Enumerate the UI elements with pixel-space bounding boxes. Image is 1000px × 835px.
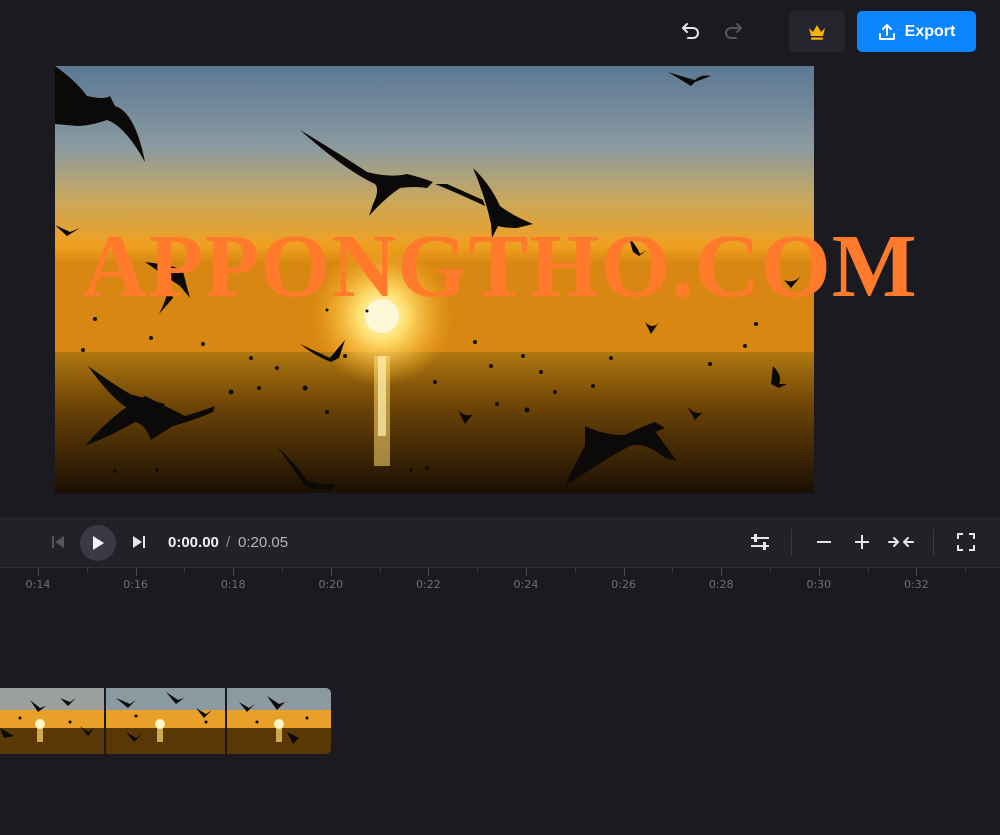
ruler-time-label: 0:16 bbox=[123, 578, 148, 591]
clip-thumbnail bbox=[105, 688, 228, 754]
divider bbox=[933, 529, 934, 555]
time-separator: / bbox=[226, 534, 231, 551]
timeline-ruler[interactable]: 0:14 0:16 0:18 0:20 0:22 0:24 0:26 0:28 0:30 0:32 bbox=[0, 568, 1000, 608]
fullscreen-icon bbox=[957, 533, 975, 551]
ruler-time-label: 0:22 bbox=[416, 578, 441, 591]
ruler-major-tick bbox=[330, 568, 332, 576]
export-label: Export bbox=[904, 22, 956, 40]
ruler-minor-tick bbox=[672, 568, 674, 572]
ruler-minor-tick bbox=[379, 568, 381, 572]
skip-back-icon bbox=[52, 536, 64, 548]
plus-icon bbox=[855, 535, 869, 549]
clip-thumbnail bbox=[227, 688, 331, 754]
ruler-time-label: 0:32 bbox=[904, 578, 929, 591]
ruler-minor-tick bbox=[282, 568, 283, 572]
redo-button[interactable] bbox=[720, 18, 746, 44]
ruler-major-tick bbox=[916, 568, 918, 576]
upload-icon bbox=[878, 23, 895, 40]
video-preview[interactable] bbox=[55, 66, 814, 493]
ruler-time-label: 0:26 bbox=[611, 578, 636, 591]
fit-timeline-button[interactable] bbox=[887, 530, 915, 554]
ruler-major-tick bbox=[721, 568, 723, 576]
ruler-major-tick bbox=[233, 568, 235, 576]
ruler-time-label: 0:30 bbox=[806, 578, 832, 591]
ruler-minor-tick bbox=[965, 568, 967, 572]
minus-icon bbox=[817, 541, 831, 543]
ruler-minor-tick bbox=[184, 568, 186, 572]
ruler-minor-tick bbox=[86, 568, 88, 572]
ruler-time-label: 0:28 bbox=[708, 578, 734, 591]
ruler-major-tick bbox=[135, 568, 137, 576]
sliders-icon bbox=[751, 534, 769, 550]
premium-button[interactable] bbox=[789, 11, 845, 52]
ruler-major-tick bbox=[38, 568, 39, 576]
ruler-minor-tick bbox=[770, 568, 771, 572]
skip-forward-button[interactable] bbox=[129, 532, 149, 552]
clip-thumbnail bbox=[0, 688, 106, 754]
export-button[interactable]: Export bbox=[857, 11, 976, 52]
redo-icon bbox=[725, 23, 742, 39]
play-button[interactable] bbox=[80, 525, 116, 561]
current-time: 0:00.00 bbox=[168, 534, 219, 551]
play-icon bbox=[93, 536, 104, 550]
ruler-minor-tick bbox=[867, 568, 869, 572]
ruler-major-tick bbox=[818, 568, 820, 576]
zoom-out-button[interactable] bbox=[812, 530, 836, 554]
ruler-time-label: 0:24 bbox=[513, 578, 539, 591]
ruler-time-label: 0:18 bbox=[220, 578, 246, 591]
ruler-time-label: 0:14 bbox=[25, 578, 51, 591]
ruler-major-tick bbox=[428, 568, 430, 576]
total-duration: 0:20.05 bbox=[238, 534, 289, 551]
ruler-major-tick bbox=[526, 568, 527, 576]
adjust-button[interactable] bbox=[748, 530, 772, 554]
skip-forward-icon bbox=[133, 536, 145, 548]
video-clip[interactable] bbox=[0, 688, 331, 754]
zoom-in-button[interactable] bbox=[850, 530, 874, 554]
crown-icon bbox=[809, 24, 825, 40]
divider bbox=[791, 529, 792, 555]
top-toolbar: Export bbox=[0, 0, 1000, 62]
sunset-seagulls-frame bbox=[55, 66, 814, 493]
undo-icon bbox=[682, 23, 699, 39]
player-controls: 0:00.00 / 0:20.05 bbox=[0, 517, 1000, 568]
ruler-minor-tick bbox=[574, 568, 576, 572]
fit-arrows-icon bbox=[888, 537, 914, 547]
ruler-minor-tick bbox=[477, 568, 479, 572]
fullscreen-button[interactable] bbox=[954, 530, 978, 554]
ruler-major-tick bbox=[623, 568, 625, 576]
skip-back-button[interactable] bbox=[48, 532, 68, 552]
ruler-time-label: 0:20 bbox=[318, 578, 344, 591]
undo-button[interactable] bbox=[678, 18, 704, 44]
